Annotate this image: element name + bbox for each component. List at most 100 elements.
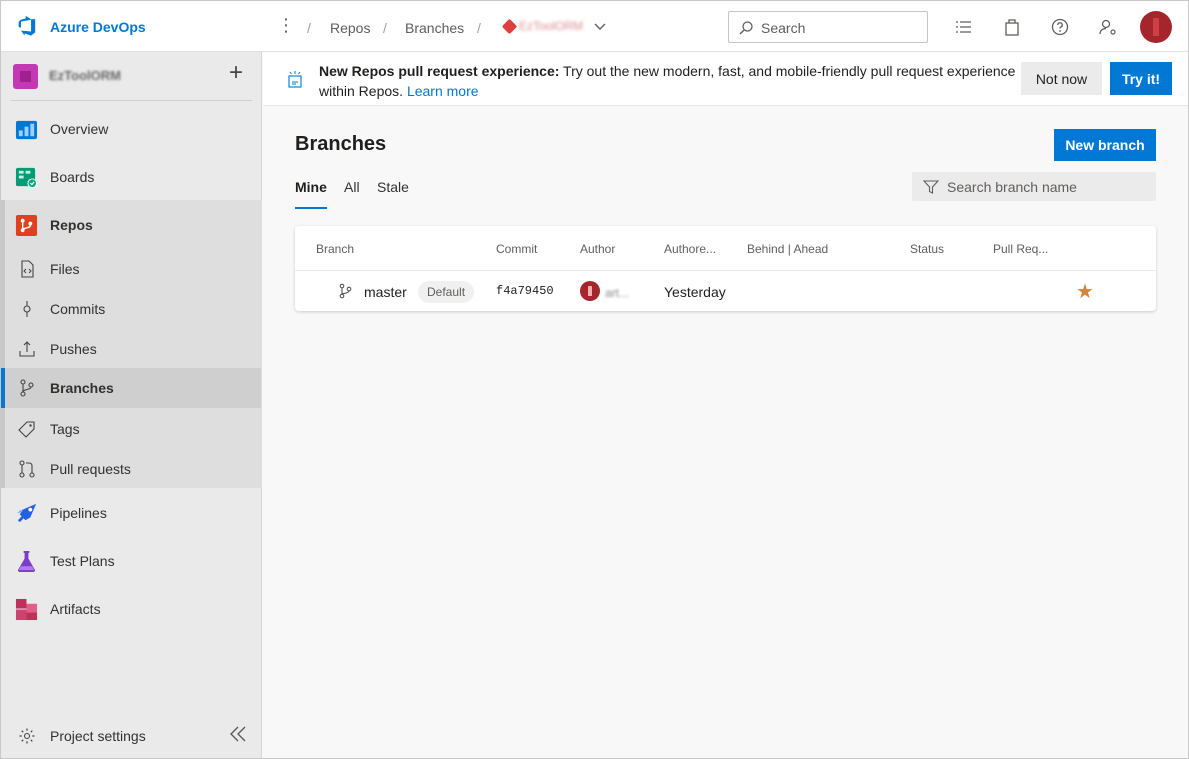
sidebar-item-label: Artifacts xyxy=(50,601,101,617)
sidebar-item-repos[interactable]: Repos xyxy=(1,205,261,245)
sidebar: EzToolORM + Overview Boards Repos Files … xyxy=(1,52,262,758)
project-name[interactable]: EzToolORM xyxy=(49,68,121,83)
sidebar-item-pull-requests[interactable]: Pull requests xyxy=(1,449,261,489)
add-icon[interactable]: + xyxy=(229,61,243,85)
overview-icon xyxy=(15,120,38,139)
announcement-banner: New Repos pull request experience: Try o… xyxy=(263,52,1188,106)
gear-icon xyxy=(19,728,35,744)
author-name: art... xyxy=(605,286,630,300)
breadcrumb-separator: / xyxy=(383,20,387,36)
help-icon[interactable] xyxy=(1050,17,1070,37)
sidebar-item-label: Overview xyxy=(50,121,109,137)
sidebar-item-test-plans[interactable]: Test Plans xyxy=(1,541,261,581)
marketplace-bag-icon[interactable] xyxy=(1002,17,1022,37)
column-header-commit[interactable]: Commit xyxy=(496,242,537,256)
chevron-down-icon xyxy=(594,23,606,30)
divider xyxy=(295,270,1156,271)
user-avatar[interactable] xyxy=(1140,11,1172,43)
column-header-behind-ahead[interactable]: Behind | Ahead xyxy=(747,242,828,256)
push-icon xyxy=(19,341,35,357)
active-tab-indicator xyxy=(295,207,327,209)
project-avatar xyxy=(13,64,38,89)
sidebar-item-label: Pushes xyxy=(50,341,97,357)
search-input[interactable]: Search xyxy=(728,11,928,43)
column-header-status[interactable]: Status xyxy=(910,242,944,256)
sidebar-item-label: Test Plans xyxy=(50,553,115,569)
search-placeholder: Search xyxy=(761,20,806,36)
repos-icon xyxy=(15,214,38,236)
sidebar-item-label: Pull requests xyxy=(50,461,131,477)
authored-date: Yesterday xyxy=(664,284,726,300)
collapse-sidebar-icon[interactable] xyxy=(229,725,247,743)
tab-all[interactable]: All xyxy=(344,179,360,195)
branches-table: Branch Commit Author Authore... Behind |… xyxy=(295,226,1156,311)
new-branch-button[interactable]: New branch xyxy=(1054,129,1156,161)
try-it-button[interactable]: Try it! xyxy=(1110,62,1172,95)
not-now-button[interactable]: Not now xyxy=(1021,62,1102,95)
column-header-author[interactable]: Author xyxy=(580,242,615,256)
branch-search-placeholder: Search branch name xyxy=(947,179,1077,195)
more-actions-icon[interactable]: ⋮ xyxy=(277,15,295,35)
boards-icon xyxy=(15,167,38,188)
breadcrumb-repos[interactable]: Repos xyxy=(330,20,370,36)
branch-search-input[interactable]: Search branch name xyxy=(912,172,1156,201)
sidebar-item-label: Files xyxy=(50,261,80,277)
sidebar-item-label: Repos xyxy=(50,217,93,233)
column-header-branch[interactable]: Branch xyxy=(316,242,354,256)
azure-devops-logo-icon[interactable] xyxy=(15,15,37,37)
sidebar-item-branches[interactable]: Branches xyxy=(1,368,261,408)
tab-stale[interactable]: Stale xyxy=(377,179,409,195)
sidebar-item-label: Pipelines xyxy=(50,505,107,521)
commit-icon xyxy=(23,301,31,317)
banner-title: New Repos pull request experience: xyxy=(319,63,560,79)
sidebar-item-pipelines[interactable]: Pipelines xyxy=(1,493,261,533)
top-bar: Azure DevOps ⋮ / Repos / Branches / EzTo… xyxy=(1,1,1188,52)
filter-icon xyxy=(923,180,939,194)
test-plans-icon xyxy=(17,550,36,572)
tab-mine[interactable]: Mine xyxy=(295,179,327,195)
artifacts-icon xyxy=(15,598,38,620)
column-header-pull-requests[interactable]: Pull Req... xyxy=(993,242,1048,256)
branch-icon xyxy=(20,379,34,397)
repo-name: EzToolORM xyxy=(519,19,584,33)
breadcrumb-separator: / xyxy=(307,20,311,36)
banner-message: New Repos pull request experience: Try o… xyxy=(319,61,1019,101)
repo-icon xyxy=(501,18,518,34)
sidebar-item-label: Tags xyxy=(50,421,80,437)
commit-id-link[interactable]: f4a79450 xyxy=(496,284,554,298)
search-icon xyxy=(739,21,753,35)
pull-request-icon xyxy=(19,460,35,478)
branch-icon xyxy=(339,283,352,299)
sidebar-item-files[interactable]: Files xyxy=(1,249,261,289)
user-settings-icon[interactable] xyxy=(1098,17,1118,37)
author-avatar xyxy=(580,281,600,301)
brand-name[interactable]: Azure DevOps xyxy=(50,19,146,35)
sidebar-item-label: Commits xyxy=(50,301,106,317)
sidebar-item-commits[interactable]: Commits xyxy=(1,289,261,329)
column-header-authored[interactable]: Authore... xyxy=(664,242,716,256)
page-title: Branches xyxy=(295,133,387,155)
sidebar-item-label: Project settings xyxy=(50,728,146,744)
sidebar-item-artifacts[interactable]: Artifacts xyxy=(1,589,261,629)
default-badge: Default xyxy=(418,281,475,303)
selected-indicator xyxy=(1,368,5,408)
sidebar-item-label: Branches xyxy=(50,380,114,396)
project-settings-button[interactable]: Project settings xyxy=(1,716,261,756)
favorite-star-icon[interactable]: ★ xyxy=(1076,279,1094,304)
sidebar-item-boards[interactable]: Boards xyxy=(1,157,261,197)
learn-more-link[interactable]: Learn more xyxy=(407,83,479,99)
sidebar-item-label: Boards xyxy=(50,169,95,185)
sidebar-item-overview[interactable]: Overview xyxy=(1,109,261,149)
branch-name-link[interactable]: master xyxy=(364,284,407,300)
new-feature-icon xyxy=(288,71,302,88)
file-code-icon xyxy=(21,260,34,278)
sidebar-item-tags[interactable]: Tags xyxy=(1,409,261,449)
pipelines-icon xyxy=(16,503,37,522)
breadcrumb-separator: / xyxy=(477,20,481,36)
work-items-icon[interactable] xyxy=(954,17,974,37)
tag-icon xyxy=(18,421,35,438)
repo-selector[interactable]: EzToolORM xyxy=(501,18,607,34)
sidebar-item-pushes[interactable]: Pushes xyxy=(1,329,261,369)
breadcrumb-branches[interactable]: Branches xyxy=(405,20,464,36)
divider xyxy=(11,100,252,101)
